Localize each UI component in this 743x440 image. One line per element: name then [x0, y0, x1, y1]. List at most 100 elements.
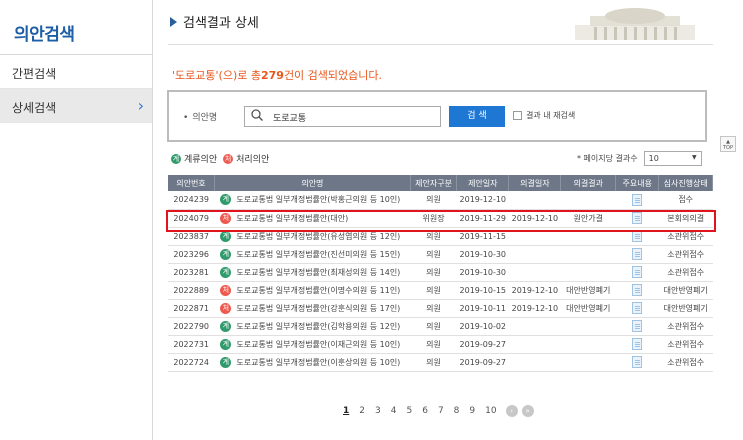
- proposer-type: 의원: [410, 335, 457, 354]
- document-icon[interactable]: [632, 356, 643, 368]
- page-link[interactable]: 6: [422, 406, 428, 416]
- decision-result: 원안가결: [560, 209, 616, 228]
- summary-prefix: '도로교통'(으)로 총: [172, 69, 261, 82]
- pending-bill-icon: 계: [171, 153, 181, 164]
- legend-pending-label: 계류의안: [184, 155, 218, 165]
- document-icon[interactable]: [632, 284, 643, 296]
- page-link[interactable]: 9: [469, 406, 475, 416]
- bill-status-icon: 계: [220, 338, 232, 350]
- page-link[interactable]: 1: [343, 406, 349, 416]
- table-row[interactable]: 2022790 계 도로교통법 일부개정법률안(김학용의원 등 12인) 의원 2019…: [168, 317, 713, 336]
- summary-doc-cell: [615, 335, 659, 354]
- decision-result: [560, 263, 616, 282]
- table-row[interactable]: 2022731 계 도로교통법 일부개정법률안(이재근의원 등 10인) 의원 2019…: [168, 335, 713, 354]
- search-input[interactable]: 도로교통: [244, 106, 441, 127]
- document-icon[interactable]: [632, 338, 643, 350]
- review-status: 소관위접수: [658, 353, 713, 372]
- page-link[interactable]: 10: [485, 406, 496, 416]
- sidebar-item-label: 상세검색: [12, 101, 57, 115]
- column-header: 의결일자: [508, 175, 562, 191]
- bill-status-icon: 계: [220, 356, 232, 368]
- page-link[interactable]: 2: [359, 406, 365, 416]
- bill-status-icon: 계: [220, 266, 232, 278]
- decision-date: [508, 227, 561, 246]
- bill-name-link[interactable]: 도로교통법 일부개정법률안(대안): [236, 214, 348, 223]
- last-page-icon[interactable]: »: [521, 405, 534, 417]
- summary-doc-cell: [615, 263, 659, 282]
- header-divider: [168, 44, 713, 45]
- column-header: 의안명: [214, 175, 411, 191]
- review-status: 대안반영폐기: [658, 299, 713, 318]
- table-row[interactable]: 2023837 계 도로교통법 일부개정법률안(유성엽의원 등 12인) 의원 2019…: [168, 227, 713, 246]
- page-link[interactable]: 3: [375, 406, 381, 416]
- bill-name-link[interactable]: 도로교통법 일부개정법률안(이재근의원 등 10인): [236, 340, 400, 349]
- proposal-date: 2019-11-29: [456, 209, 509, 228]
- search-within-label: 결과 내 재검색: [526, 111, 576, 120]
- summary-doc-cell: [615, 353, 659, 372]
- document-icon[interactable]: [632, 212, 643, 224]
- bill-name-cell: 계 도로교통법 일부개정법률안(김학용의원 등 12인): [214, 317, 411, 336]
- table-row[interactable]: 2023281 계 도로교통법 일부개정법률안(최재성의원 등 14인) 의원 2019…: [168, 263, 713, 282]
- page-link[interactable]: 7: [438, 406, 444, 416]
- page-link[interactable]: 5: [406, 406, 412, 416]
- search-button[interactable]: 검 색: [449, 106, 505, 127]
- table-row[interactable]: 2023296 계 도로교통법 일부개정법률안(진선미의원 등 15인) 의원 2019…: [168, 245, 713, 264]
- bill-status-icon: 계: [220, 320, 232, 332]
- next-page-icon[interactable]: ›: [505, 405, 518, 417]
- summary-doc-cell: [615, 299, 659, 318]
- proposer-type: 위원장: [410, 209, 457, 228]
- sidebar-item-simple-search[interactable]: 간편검색: [0, 55, 152, 89]
- sidebar-item-label: 간편검색: [12, 67, 57, 81]
- document-icon[interactable]: [632, 248, 643, 260]
- per-page-control: * 페이지당 결과수 10 ▼: [577, 151, 702, 166]
- table-row[interactable]: 2022871 처 도로교통법 일부개정법률안(강훈식의원 등 17인) 의원 2019…: [168, 299, 713, 318]
- search-within-option[interactable]: 결과 내 재검색: [513, 110, 575, 121]
- document-icon[interactable]: [632, 230, 643, 242]
- document-icon[interactable]: [632, 193, 643, 206]
- result-summary: '도로교통'(으)로 총279건이 검색되었습니다.: [172, 67, 382, 83]
- assembly-building-image: [560, 0, 710, 40]
- search-input-value: 도로교통: [273, 114, 307, 124]
- bill-name-link[interactable]: 도로교통법 일부개정법률안(유성엽의원 등 12인): [236, 232, 400, 241]
- bill-status-icon: 처: [220, 212, 232, 224]
- search-within-checkbox[interactable]: [513, 111, 522, 120]
- decision-date: [508, 191, 561, 210]
- summary-doc-cell: [615, 317, 659, 336]
- per-page-select[interactable]: 10 ▼: [643, 151, 702, 166]
- document-icon[interactable]: [632, 302, 643, 314]
- sidebar-item-detail-search[interactable]: 상세검색 ›: [0, 89, 152, 123]
- bill-name-link[interactable]: 도로교통법 일부개정법률안(이명수의원 등 11인): [236, 286, 400, 295]
- document-icon[interactable]: [632, 320, 643, 332]
- result-count: 279: [260, 69, 284, 82]
- decision-date: [508, 317, 561, 336]
- bill-name-link[interactable]: 도로교통법 일부개정법률안(이훈상의원 등 10인): [236, 358, 400, 367]
- table-row[interactable]: 2024079 처 도로교통법 일부개정법률안(대안) 위원장 2019-11-29 20…: [168, 209, 713, 228]
- page-link[interactable]: 4: [391, 406, 397, 416]
- bill-name-link[interactable]: 도로교통법 일부개정법률안(강훈식의원 등 17인): [236, 304, 400, 313]
- legend: 계 계류의안 처 처리의안: [171, 152, 269, 165]
- proposal-date: 2019-10-15: [456, 281, 509, 300]
- document-icon[interactable]: [632, 266, 643, 278]
- column-header: 제안일자: [456, 175, 510, 191]
- page-link[interactable]: 8: [454, 406, 460, 416]
- top-button[interactable]: ▲ TOP: [720, 136, 736, 152]
- bill-number: 2022731: [168, 335, 215, 354]
- bill-name-link[interactable]: 도로교통법 일부개정법률안(박홍근의원 등 10인): [236, 195, 400, 204]
- table-row[interactable]: 2022889 처 도로교통법 일부개정법률안(이명수의원 등 11인) 의원 2019…: [168, 281, 713, 300]
- bill-name-cell: 계 도로교통법 일부개정법률안(진선미의원 등 15인): [214, 245, 411, 264]
- bill-number: 2023837: [168, 227, 215, 246]
- table-row[interactable]: 2024239 계 도로교통법 일부개정법률안(박홍근의원 등 10인) 의원 2019…: [168, 191, 713, 210]
- review-status: 소관위접수: [658, 245, 713, 264]
- review-status: 대안반영폐기: [658, 281, 713, 300]
- table-header-row: 의안번호 의안명 제안자구분 제안일자 의결일자 의결결과 주요내용 심사진행상…: [168, 175, 713, 191]
- bill-name-cell: 계 도로교통법 일부개정법률안(박홍근의원 등 10인): [214, 191, 411, 210]
- per-page-label: * 페이지당 결과수: [577, 154, 638, 163]
- bill-name-cell: 계 도로교통법 일부개정법률안(이재근의원 등 10인): [214, 335, 411, 354]
- bill-name-link[interactable]: 도로교통법 일부개정법률안(김학용의원 등 12인): [236, 322, 400, 331]
- bill-name-link[interactable]: 도로교통법 일부개정법률안(최재성의원 등 14인): [236, 268, 400, 277]
- decision-result: 대안반영폐기: [560, 299, 616, 318]
- proposal-date: 2019-09-27: [456, 335, 509, 354]
- table-row[interactable]: 2022724 계 도로교통법 일부개정법률안(이훈상의원 등 10인) 의원 2019…: [168, 353, 713, 372]
- bill-status-icon: 계: [220, 230, 232, 242]
- bill-name-link[interactable]: 도로교통법 일부개정법률안(진선미의원 등 15인): [236, 250, 400, 259]
